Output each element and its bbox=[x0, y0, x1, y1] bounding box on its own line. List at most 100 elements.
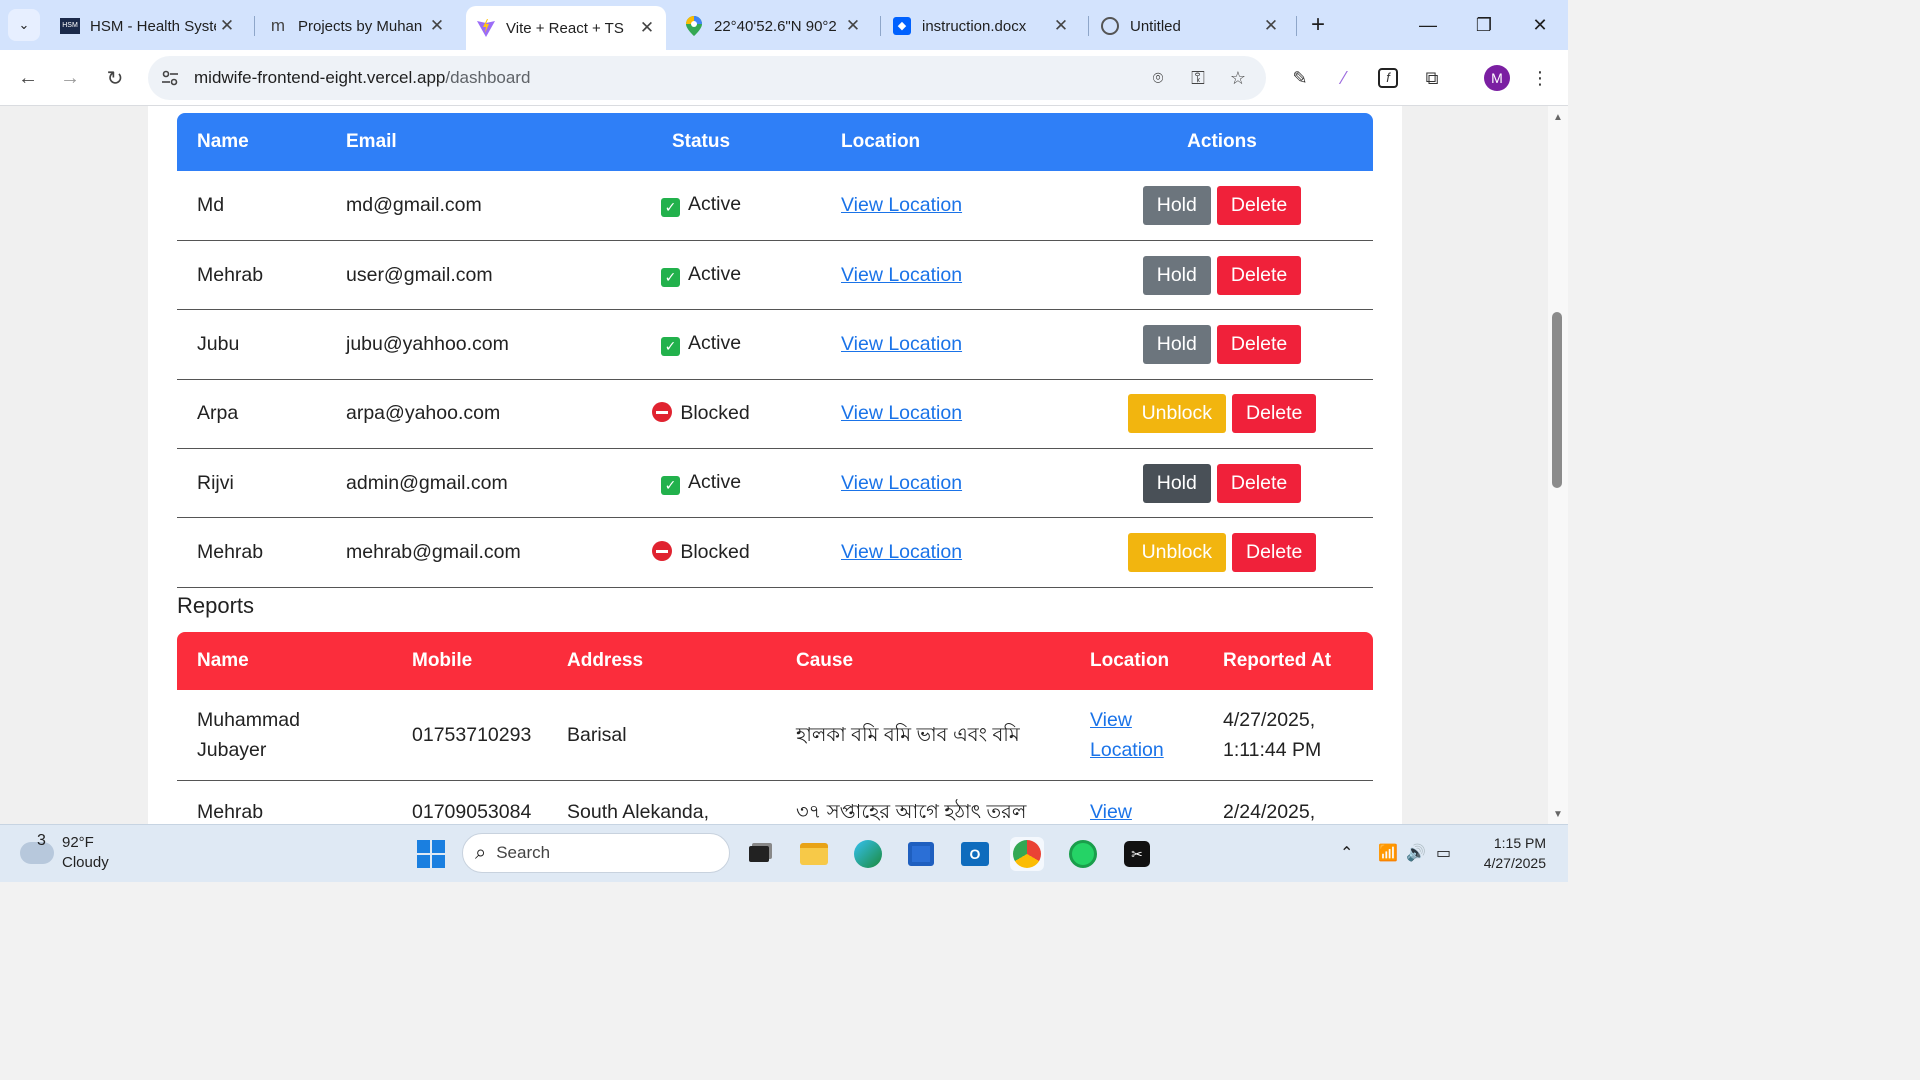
eyedropper-extension-icon[interactable]: ✎ bbox=[1284, 62, 1316, 94]
close-window-button[interactable]: ✕ bbox=[1518, 8, 1562, 42]
scroll-down-icon[interactable]: ▼ bbox=[1553, 809, 1563, 820]
view-location-link[interactable]: View Location bbox=[1090, 709, 1164, 761]
tab-vite-react[interactable]: Vite + React + TS ✕ bbox=[466, 6, 666, 50]
view-location-link[interactable]: View Location bbox=[841, 472, 962, 494]
unblock-button[interactable]: Unblock bbox=[1127, 533, 1227, 573]
delete-button[interactable]: Delete bbox=[1232, 394, 1317, 434]
volume-icon[interactable]: 🔊 bbox=[1406, 843, 1426, 863]
close-icon[interactable]: ✕ bbox=[1260, 16, 1282, 36]
new-tab-button[interactable]: + bbox=[1304, 12, 1332, 40]
location-pin-icon[interactable]: ⌾ bbox=[1144, 64, 1172, 92]
address-bar[interactable]: midwife-frontend-eight.vercel.app/dashbo… bbox=[148, 56, 1266, 100]
system-clock[interactable]: 1:15 PM 4/27/2025 bbox=[1470, 833, 1546, 873]
delete-button[interactable]: Delete bbox=[1216, 185, 1302, 225]
view-location-link[interactable]: View Location bbox=[841, 541, 962, 563]
close-icon[interactable]: ✕ bbox=[426, 16, 448, 36]
menu-kebab-icon[interactable]: ⋮ bbox=[1524, 62, 1556, 94]
tab-separator bbox=[1296, 16, 1297, 36]
tab-title: 22°40'52.6"N 90°2 bbox=[714, 17, 837, 35]
pen-extension-icon[interactable]: ⁄ bbox=[1328, 62, 1360, 94]
hold-button[interactable]: Hold bbox=[1142, 324, 1211, 364]
profile-avatar[interactable]: M bbox=[1484, 65, 1510, 91]
tab-maps[interactable]: 22°40'52.6"N 90°2 ✕ bbox=[674, 8, 872, 44]
bookmark-star-icon[interactable]: ☆ bbox=[1224, 64, 1252, 92]
page-scrollbar[interactable]: ▲ ▼ bbox=[1548, 106, 1568, 824]
actions-cell: Hold Delete bbox=[1071, 240, 1373, 311]
wifi-icon[interactable]: 📶 bbox=[1378, 843, 1398, 863]
start-button[interactable] bbox=[414, 837, 448, 871]
report-name: Muhammad Jubayer bbox=[177, 690, 392, 781]
status-cell: ✓ Active bbox=[581, 448, 821, 519]
reload-button[interactable]: ↻ bbox=[97, 60, 133, 96]
header-location: Location bbox=[821, 113, 1071, 171]
forward-button[interactable]: → bbox=[52, 60, 88, 96]
close-icon[interactable]: ✕ bbox=[842, 16, 864, 36]
battery-icon[interactable]: ▭ bbox=[1436, 843, 1451, 863]
status-cell: Blocked bbox=[581, 379, 821, 450]
unblock-button[interactable]: Unblock bbox=[1127, 394, 1227, 434]
location-cell: View Location bbox=[821, 448, 1071, 519]
show-hidden-icons-chevron-icon[interactable]: ⌃ bbox=[1340, 843, 1353, 863]
actions-cell: Unblock Delete bbox=[1071, 517, 1373, 588]
delete-button[interactable]: Delete bbox=[1232, 533, 1317, 573]
reports-table: Name Mobile Address Cause Location Repor… bbox=[177, 632, 1373, 824]
table-row: Rijvi admin@gmail.com ✓ Active View Locat… bbox=[177, 448, 1373, 519]
back-button[interactable]: ← bbox=[10, 60, 46, 96]
location-cell: View bbox=[1070, 780, 1203, 824]
header-email: Email bbox=[326, 113, 581, 171]
outlook-icon[interactable]: O bbox=[958, 837, 992, 871]
report-address: Barisal bbox=[547, 690, 776, 781]
view-location-link[interactable]: View Location bbox=[841, 333, 962, 355]
formula-extension-icon[interactable]: f bbox=[1372, 62, 1404, 94]
url-host: midwife-frontend-eight.vercel.app bbox=[194, 68, 446, 87]
windows-logo-icon bbox=[417, 840, 445, 868]
close-icon[interactable]: ✕ bbox=[1050, 16, 1072, 36]
extensions-puzzle-icon[interactable]: ⧉ bbox=[1416, 62, 1448, 94]
restore-button[interactable]: ❐ bbox=[1462, 8, 1506, 42]
scrollbar-thumb[interactable] bbox=[1552, 312, 1562, 488]
taskbar-search[interactable]: ⌕ Search bbox=[462, 833, 730, 873]
minimize-button[interactable]: — bbox=[1406, 8, 1450, 42]
view-location-link[interactable]: View Location bbox=[841, 402, 962, 424]
user-email: arpa@yahoo.com bbox=[326, 379, 581, 450]
hold-button[interactable]: Hold bbox=[1142, 463, 1211, 503]
close-icon[interactable]: ✕ bbox=[216, 16, 238, 36]
edge-browser-icon[interactable] bbox=[851, 837, 885, 871]
table-row: Arpa arpa@yahoo.com Blocked View Locatio… bbox=[177, 379, 1373, 450]
tab-projects[interactable]: m Projects by Muhan ✕ bbox=[258, 8, 456, 44]
view-location-link[interactable]: View Location bbox=[841, 264, 962, 286]
view-location-link[interactable]: View bbox=[1090, 801, 1132, 823]
hold-button[interactable]: Hold bbox=[1142, 185, 1211, 225]
report-reported-at: 4/27/2025, 1:11:44 PM bbox=[1203, 690, 1373, 781]
capcut-icon[interactable]: ✂ bbox=[1120, 837, 1154, 871]
chrome-icon[interactable] bbox=[1010, 837, 1044, 871]
delete-button[interactable]: Delete bbox=[1216, 255, 1302, 295]
tab-hsm[interactable]: HSM HSM - Health Syste ✕ bbox=[50, 8, 246, 44]
weather-widget[interactable]: 92°F Cloudy bbox=[20, 833, 109, 873]
scroll-up-icon[interactable]: ▲ bbox=[1553, 112, 1563, 123]
page-viewport: Name Email Status Location Actions Md md… bbox=[0, 106, 1548, 824]
whatsapp-icon[interactable] bbox=[1066, 837, 1100, 871]
windows-taskbar: 92°F Cloudy 3 ⌕ Search O ✂ ⌃ 📶 🔊 ▭ 1:15 … bbox=[0, 824, 1568, 882]
hold-button[interactable]: Hold bbox=[1142, 255, 1211, 295]
table-row: Jubu jubu@yahhoo.com ✓ Active View Locati… bbox=[177, 309, 1373, 380]
blocked-icon bbox=[652, 541, 673, 562]
status-cell: ✓ Active bbox=[581, 171, 821, 241]
close-icon[interactable]: ✕ bbox=[636, 18, 658, 38]
tab-search-button[interactable]: ⌄ bbox=[8, 9, 40, 41]
tab-instruction-docx[interactable]: ◆ instruction.docx ✕ bbox=[882, 8, 1080, 44]
table-row: Mehrab user@gmail.com ✓ Active View Locat… bbox=[177, 240, 1373, 311]
chevron-down-icon: ⌄ bbox=[18, 17, 30, 32]
file-explorer-icon[interactable] bbox=[797, 837, 831, 871]
globe-icon bbox=[1100, 16, 1120, 36]
status-text: Blocked bbox=[680, 402, 750, 425]
delete-button[interactable]: Delete bbox=[1216, 324, 1302, 364]
view-location-link[interactable]: View Location bbox=[841, 194, 962, 216]
password-key-icon[interactable]: ⚿ bbox=[1184, 64, 1212, 92]
header-location: Location bbox=[1070, 632, 1203, 690]
microsoft-store-icon[interactable] bbox=[904, 837, 938, 871]
tab-untitled[interactable]: Untitled ✕ bbox=[1090, 8, 1290, 44]
task-view-icon[interactable] bbox=[742, 837, 776, 871]
site-info-icon[interactable] bbox=[150, 58, 190, 98]
delete-button[interactable]: Delete bbox=[1216, 463, 1302, 503]
